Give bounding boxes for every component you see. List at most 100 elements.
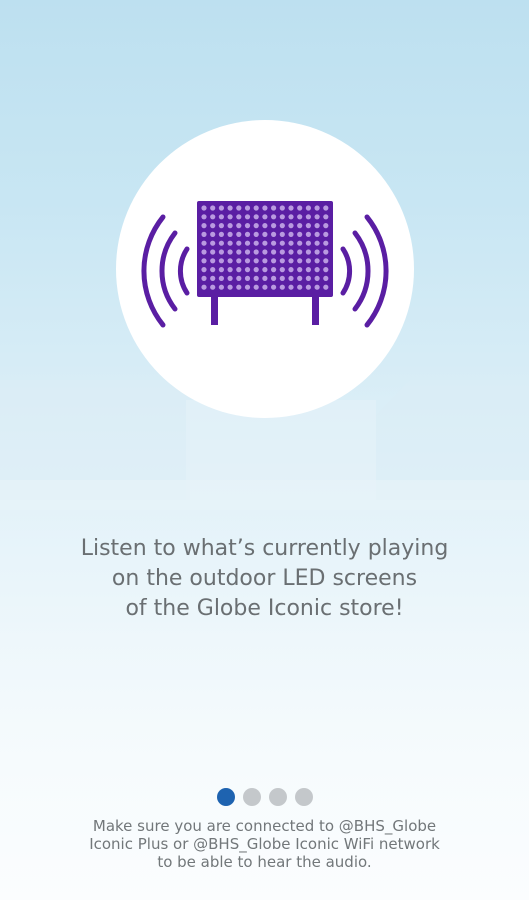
led-dot [253, 214, 259, 220]
led-dot [279, 267, 285, 273]
led-dot [262, 275, 268, 281]
led-dot [323, 275, 329, 281]
page-dot-3[interactable] [268, 788, 287, 806]
onboarding-screen[interactable]: Listen to what’s currently playing on th… [0, 0, 529, 900]
led-dot [244, 284, 251, 290]
led-dot [279, 240, 285, 246]
led-dot [227, 275, 233, 281]
led-dot [297, 249, 303, 255]
led-dot [227, 231, 233, 237]
led-dot [244, 214, 251, 220]
led-dot [227, 267, 233, 273]
led-dot [314, 231, 320, 237]
led-dot [305, 223, 311, 229]
led-dot [253, 231, 259, 237]
led-dot [253, 240, 259, 246]
wifi-note-line-3: to be able to hear the audio. [157, 853, 372, 871]
led-dot [244, 275, 251, 281]
led-dot [244, 267, 251, 273]
led-dot [297, 284, 303, 290]
led-dot [236, 205, 242, 211]
led-dot [297, 258, 303, 264]
led-dot [262, 205, 268, 211]
led-dot [244, 231, 251, 237]
led-dot [288, 223, 294, 229]
led-dot [210, 240, 216, 246]
led-dot [253, 267, 259, 273]
led-dot [305, 205, 311, 211]
led-dot [201, 284, 207, 290]
led-dot [210, 214, 216, 220]
led-dot [314, 249, 320, 255]
led-dot [210, 231, 216, 237]
led-dot [323, 249, 329, 255]
led-dot [323, 284, 329, 290]
led-dot [210, 258, 216, 264]
led-dot [288, 249, 294, 255]
led-dot [262, 240, 268, 246]
led-dot [262, 258, 268, 264]
headline-line-1: Listen to what’s currently playing [80, 536, 449, 561]
page-indicator[interactable] [0, 788, 529, 806]
led-dot [305, 214, 311, 220]
led-dot [271, 240, 277, 246]
led-dot [271, 231, 277, 237]
led-dot [297, 214, 303, 220]
led-dot [288, 231, 294, 237]
led-dot [201, 231, 207, 237]
led-dot [288, 275, 294, 281]
led-dot [305, 284, 311, 290]
led-dot [218, 205, 224, 211]
led-dot [262, 267, 268, 273]
led-dot [227, 214, 233, 220]
page-dot-1[interactable] [216, 788, 235, 806]
headline-line-2: on the outdoor LED screens [111, 566, 418, 591]
led-dot [227, 284, 233, 290]
led-dot [253, 284, 259, 290]
led-dot [271, 284, 277, 290]
led-dot [210, 223, 216, 229]
led-dot [201, 240, 207, 246]
led-dot [305, 275, 311, 281]
led-dot [236, 249, 242, 255]
led-dot [218, 267, 224, 273]
wifi-note: Make sure you are connected to @BHS_Glob… [20, 817, 509, 871]
led-dot [314, 267, 320, 273]
led-dot [314, 275, 320, 281]
led-dot [279, 214, 285, 220]
led-dot [201, 223, 207, 229]
page-dot-2[interactable] [242, 788, 261, 806]
wifi-note-line-1: Make sure you are connected to @BHS_Glob… [92, 817, 437, 835]
led-dot [288, 240, 294, 246]
led-dot [244, 223, 251, 229]
led-dot [227, 205, 233, 211]
led-dot [305, 267, 311, 273]
led-dot [297, 240, 303, 246]
led-dot [305, 258, 311, 264]
led-dot [244, 240, 251, 246]
led-dot [227, 249, 233, 255]
led-dot [271, 258, 277, 264]
led-dot [210, 275, 216, 281]
led-dot [218, 284, 224, 290]
led-dot [201, 249, 207, 255]
led-dot [218, 240, 224, 246]
page-dot-4[interactable] [294, 788, 313, 806]
led-dot [218, 231, 224, 237]
led-dot [323, 231, 329, 237]
led-dot [227, 223, 233, 229]
led-dot [305, 249, 311, 255]
led-dot [262, 214, 268, 220]
led-dot [323, 258, 329, 264]
led-dot [271, 214, 277, 220]
led-dot [236, 258, 242, 264]
onboarding-headline: Listen to what’s currently playing on th… [24, 534, 505, 624]
led-dot [227, 240, 233, 246]
led-dot [288, 267, 294, 273]
led-dot [236, 214, 242, 220]
led-dot [210, 205, 216, 211]
led-dot [297, 205, 303, 211]
led-dot [271, 249, 277, 255]
led-dot [210, 267, 216, 273]
led-dot [244, 249, 251, 255]
